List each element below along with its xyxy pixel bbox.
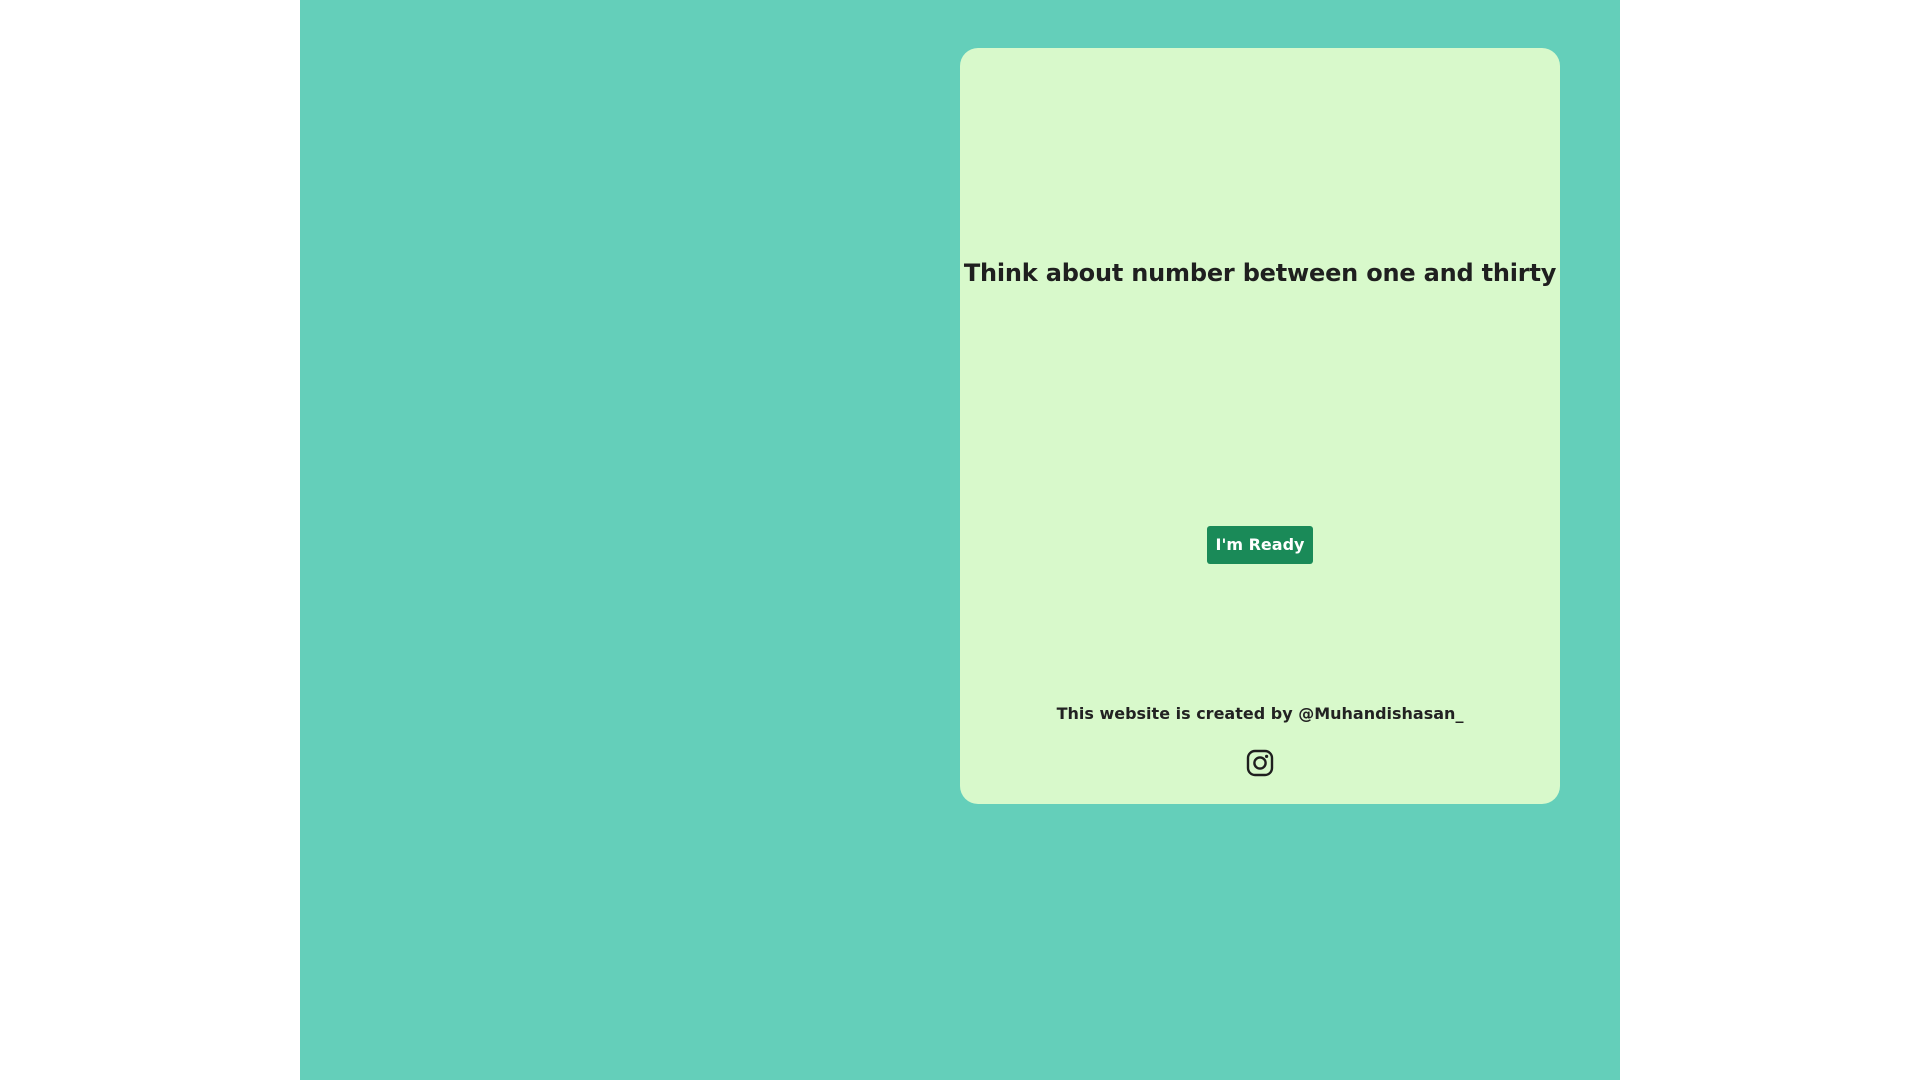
credit-text: This website is created by @Muhandishasa… — [1056, 704, 1464, 723]
instagram-icon — [1246, 749, 1274, 777]
page-title: Think about number between one and thirt… — [963, 259, 1557, 287]
page-background: Think about number between one and thirt… — [300, 0, 1620, 1080]
game-card: Think about number between one and thirt… — [960, 48, 1560, 804]
ready-button[interactable]: I'm Ready — [1207, 526, 1313, 564]
instagram-link[interactable] — [1245, 748, 1275, 778]
